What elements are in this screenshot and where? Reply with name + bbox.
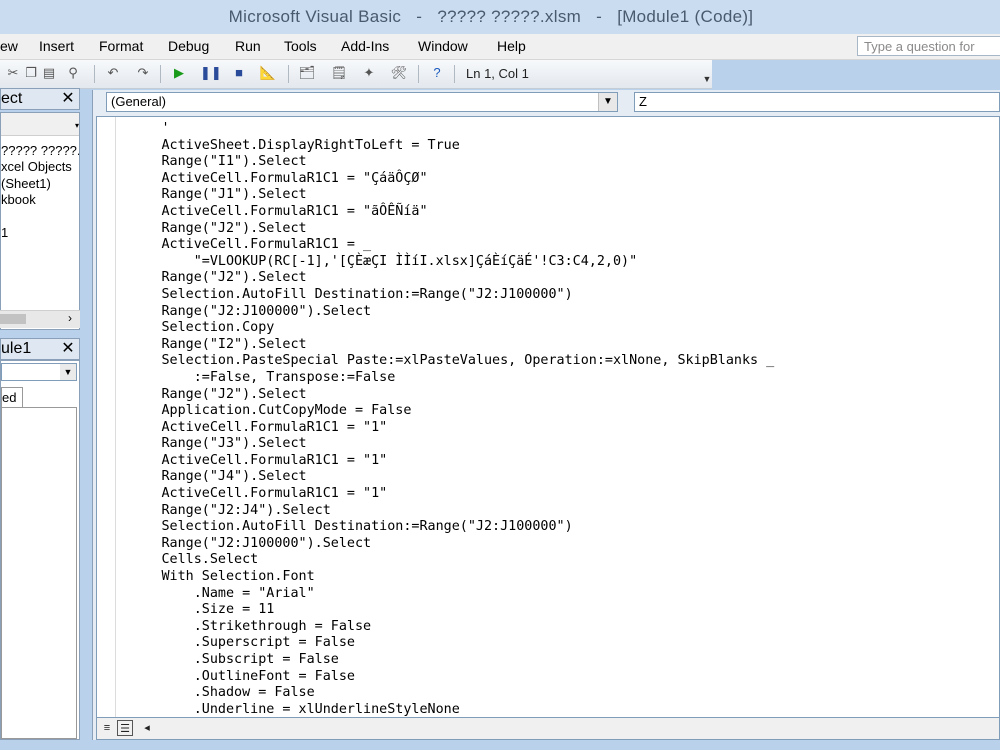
project-explorer-icon[interactable]: 🗂 (298, 65, 316, 81)
project-toolbar: ▾ (1, 113, 79, 136)
scrollbar-thumb[interactable] (0, 314, 26, 324)
window-bottom-edge (0, 740, 1000, 750)
project-pane-title: ect (1, 90, 23, 107)
standard-toolbar: ✂ ❐ ▤ ⚲ ↶ ↷ ▶ ❚❚ ■ 📐 🗂 🗒 ✦ 🛠 ? Ln 1, Col… (0, 60, 712, 89)
design-mode-icon[interactable]: 📐 (259, 65, 277, 81)
menu-insert[interactable]: Insert (39, 38, 74, 54)
menu-format[interactable]: Format (99, 38, 143, 54)
project-pane-header: ect ✕ (0, 88, 80, 110)
menu-run[interactable]: Run (235, 38, 261, 54)
toolbox-icon[interactable]: 🛠 (390, 65, 408, 81)
app-title: Microsoft Visual Basic (228, 7, 402, 26)
run-icon[interactable]: ▶ (170, 65, 188, 81)
project-explorer: ▾ ????? ?????. xcel Objects (Sheet1) kbo… (0, 112, 80, 330)
scroll-right-icon[interactable]: › (68, 311, 72, 325)
file-name: ????? ?????.xlsm (437, 7, 582, 26)
procedure-combo[interactable]: Z (634, 92, 1000, 112)
menu-add-ins[interactable]: Add-Ins (341, 38, 389, 54)
object-combo[interactable]: (General) ▼ (106, 92, 618, 112)
close-icon[interactable]: ✕ (59, 90, 77, 108)
reset-icon[interactable]: ■ (230, 65, 248, 81)
toolbar-separator (288, 65, 289, 83)
properties-pane-header: ule1 ✕ (0, 338, 80, 360)
menu-window[interactable]: Window (418, 38, 468, 54)
procedure-view-icon[interactable]: ≡ (99, 720, 115, 736)
properties-window: ▼ ed (0, 360, 80, 740)
copy-icon[interactable]: ❐ (22, 65, 40, 81)
menu-debug[interactable]: Debug (168, 38, 209, 54)
toolbar-overflow-icon[interactable]: ▼ (700, 74, 714, 88)
title-bar: Microsoft Visual Basic - ????? ?????.xls… (0, 0, 1000, 34)
procedure-combo-value: Z (639, 94, 647, 109)
tree-item-workbook[interactable]: kbook (1, 192, 36, 207)
find-icon[interactable]: ⚲ (64, 65, 82, 81)
cursor-position: Ln 1, Col 1 (466, 66, 529, 81)
tree-item-sheet1[interactable]: (Sheet1) (1, 176, 51, 191)
code-footer: ≡ ☰ ◂ (96, 718, 1000, 740)
paste-icon[interactable]: ▤ (40, 65, 58, 81)
menu-help[interactable]: Help (497, 38, 526, 54)
scroll-left-icon[interactable]: ◂ (139, 720, 155, 736)
chevron-down-icon[interactable]: ▼ (60, 364, 76, 380)
code-editor[interactable]: ' ActiveSheet.DisplayRightToLeft = True … (96, 116, 1000, 718)
close-icon[interactable]: ✕ (59, 340, 77, 358)
help-icon[interactable]: ? (428, 65, 446, 81)
toolbar-separator (160, 65, 161, 83)
chevron-down-icon[interactable]: ▼ (598, 93, 617, 111)
object-combo-value: (General) (111, 94, 166, 109)
tree-item-project[interactable]: ????? ?????. (1, 143, 79, 158)
properties-icon[interactable]: 🗒 (330, 65, 348, 81)
toolbar-separator (94, 65, 95, 83)
properties-list (1, 407, 77, 739)
module-name: [Module1 (Code)] (617, 7, 754, 26)
tree-item-excel-objects[interactable]: xcel Objects (1, 159, 72, 174)
object-select[interactable]: ▼ (1, 363, 77, 381)
project-scrollbar[interactable]: › (0, 310, 80, 328)
undo-icon[interactable]: ↶ (104, 65, 122, 81)
redo-icon[interactable]: ↷ (134, 65, 152, 81)
code-text[interactable]: ' ActiveSheet.DisplayRightToLeft = True … (97, 121, 774, 717)
toggle-folders-icon[interactable]: ▾ (75, 121, 79, 130)
toolbar-separator (418, 65, 419, 83)
menu-bar: ew Insert Format Debug Run Tools Add-Ins… (0, 34, 1000, 60)
full-module-view-icon[interactable]: ☰ (117, 720, 133, 736)
menu-tools[interactable]: Tools (284, 38, 317, 54)
menu-view[interactable]: ew (0, 38, 18, 54)
tree-item-module1[interactable]: 1 (1, 225, 8, 240)
tab-categorized[interactable]: ed (1, 387, 23, 408)
toolbar-separator (454, 65, 455, 83)
object-browser-icon[interactable]: ✦ (360, 65, 378, 81)
properties-pane-title: ule1 (1, 340, 32, 357)
cut-icon[interactable]: ✂ (4, 65, 22, 81)
break-icon[interactable]: ❚❚ (200, 65, 222, 81)
help-search-input[interactable]: Type a question for (857, 36, 1000, 56)
